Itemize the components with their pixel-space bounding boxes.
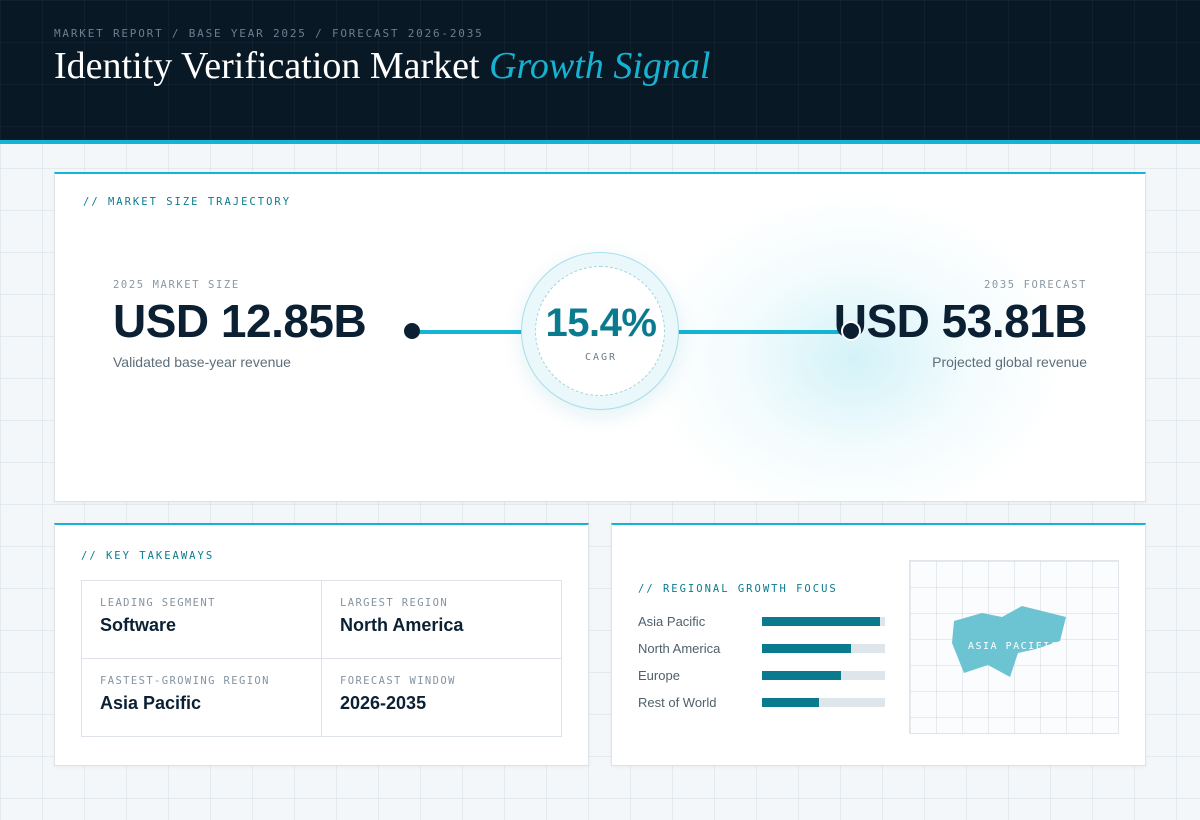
takeaway-label: LARGEST REGION [340, 597, 449, 609]
takeaway-cell: FORECAST WINDOW 2026-2035 [322, 659, 561, 736]
region-bar-fill [762, 617, 881, 626]
start-metric-value: USD 12.85B [113, 295, 367, 347]
cagr-badge: 15.4% CAGR [521, 252, 679, 410]
map-region-label: ASIA PACIFIC [968, 641, 1059, 652]
region-bar-fill [762, 671, 841, 680]
region-bar-name: Europe [638, 668, 680, 683]
takeaway-value: Software [100, 615, 177, 635]
takeaway-cell: LARGEST REGION North America [322, 581, 561, 659]
region-bar-row: North America [638, 641, 888, 656]
page-title: Identity Verification Market Growth Sign… [54, 44, 710, 88]
cagr-inner-ring: 15.4% CAGR [535, 266, 665, 396]
region-bar-fill [762, 698, 819, 707]
report-eyebrow: MARKET REPORT / BASE YEAR 2025 / FORECAS… [54, 27, 484, 40]
region-bar-row: Rest of World [638, 695, 888, 710]
region-bar-track [762, 671, 885, 680]
trajectory-section-label: // MARKET SIZE TRAJECTORY [83, 196, 292, 208]
region-bar-track [762, 617, 885, 626]
takeaways-grid: LEADING SEGMENT Software LARGEST REGION … [81, 580, 562, 737]
cagr-value: 15.4% [545, 301, 657, 345]
region-map: ASIA PACIFIC [909, 560, 1119, 734]
takeaway-cell: FASTEST-GROWING REGION Asia Pacific [82, 659, 322, 736]
start-metric-label: 2025 MARKET SIZE [113, 279, 240, 291]
end-metric-value: USD 53.81B [833, 295, 1088, 347]
end-metric-label: 2035 FORECAST [984, 279, 1087, 291]
start-dot [404, 323, 420, 339]
report-header: MARKET REPORT / BASE YEAR 2025 / FORECAS… [0, 0, 1200, 144]
market-size-trajectory-card: // MARKET SIZE TRAJECTORY 2025 MARKET SI… [54, 172, 1146, 502]
end-dot [843, 323, 859, 339]
regional-growth-card: // REGIONAL GROWTH FOCUS Asia Pacific No… [611, 523, 1146, 766]
title-main: Identity Verification Market [54, 45, 480, 87]
region-bar-track [762, 698, 885, 707]
takeaway-value: Asia Pacific [100, 693, 202, 713]
background-glow [645, 194, 1065, 501]
takeaway-label: LEADING SEGMENT [100, 597, 216, 609]
key-takeaways-card: // KEY TAKEAWAYS LEADING SEGMENT Softwar… [54, 523, 589, 766]
title-accent: Growth Signal [489, 45, 711, 87]
regional-section-label: // REGIONAL GROWTH FOCUS [638, 583, 838, 595]
takeaway-value: 2026-2035 [340, 693, 427, 713]
region-bar-name: North America [638, 641, 721, 656]
region-bar-track [762, 644, 885, 653]
region-bar-name: Asia Pacific [638, 614, 706, 629]
takeaway-value: North America [340, 615, 464, 635]
region-bar-row: Europe [638, 668, 888, 683]
takeaways-section-label: // KEY TAKEAWAYS [81, 550, 215, 562]
region-bar-fill [762, 644, 851, 653]
takeaway-label: FORECAST WINDOW [340, 675, 456, 687]
takeaway-cell: LEADING SEGMENT Software [82, 581, 322, 659]
cagr-label: CAGR [584, 352, 618, 363]
end-metric-caption: Projected global revenue [932, 354, 1087, 370]
start-metric-caption: Validated base-year revenue [113, 354, 291, 370]
region-bar-name: Rest of World [638, 695, 717, 710]
region-bar-row: Asia Pacific [638, 614, 888, 629]
takeaway-label: FASTEST-GROWING REGION [100, 675, 270, 687]
